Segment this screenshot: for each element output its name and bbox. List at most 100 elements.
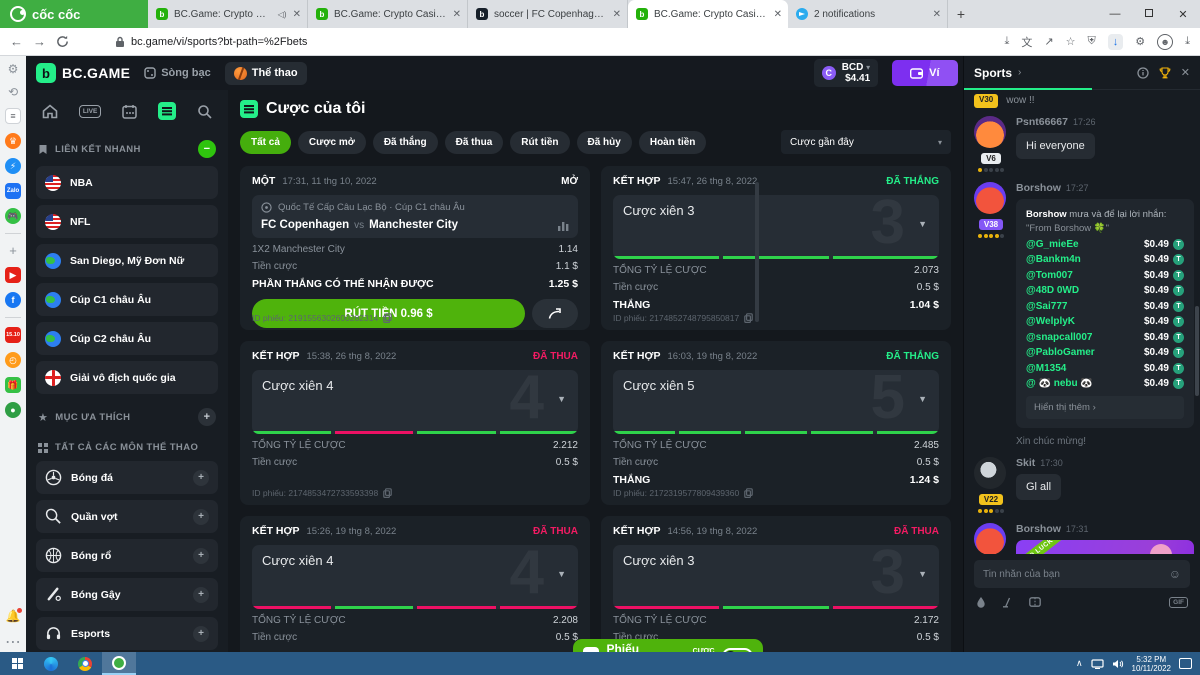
- sidebar-sport-basketball[interactable]: Bóng rổ+: [36, 539, 218, 572]
- chat-username[interactable]: Psnt66667: [1016, 116, 1068, 128]
- avatar[interactable]: [974, 523, 1006, 554]
- shield-icon[interactable]: ⛨: [1088, 35, 1096, 48]
- chevron-down-icon[interactable]: ▼: [918, 219, 927, 229]
- gif-icon[interactable]: GIF: [1169, 597, 1188, 608]
- my-bets-icon-active[interactable]: [158, 102, 176, 120]
- parlay-box[interactable]: Cược xiên 3 3 ▼: [613, 545, 939, 609]
- sidebar-item-uel[interactable]: Cúp C2 châu Âu: [36, 322, 218, 355]
- emoji-icon[interactable]: ☺: [1169, 567, 1181, 581]
- live-icon[interactable]: LIVE: [79, 105, 101, 118]
- share-bet-button[interactable]: [532, 299, 578, 328]
- sidebar-item-nba[interactable]: NBA: [36, 166, 218, 199]
- coccoc-logo[interactable]: cốc cốc: [0, 0, 148, 28]
- more-options-icon[interactable]: ⋯: [5, 632, 21, 652]
- sort-dropdown[interactable]: Cược gần đây▾: [781, 130, 951, 154]
- expand-plus-icon[interactable]: +: [193, 587, 209, 603]
- games-icon[interactable]: 🎮: [5, 208, 21, 224]
- stats-icon[interactable]: [558, 220, 569, 231]
- newsfeed-icon[interactable]: ≡: [5, 108, 21, 124]
- calendar-icon[interactable]: [122, 104, 137, 119]
- tab-close-icon[interactable]: ✕: [293, 9, 301, 20]
- tip-user[interactable]: @PabloGamer: [1026, 347, 1095, 358]
- save-page-icon[interactable]: ⤓: [1005, 35, 1010, 48]
- browser-tab-3[interactable]: bsoccer | FC Copenhagen vs M✕: [468, 0, 628, 28]
- main-scrollbar[interactable]: [755, 182, 759, 322]
- tip-user[interactable]: @snapcall007: [1026, 332, 1092, 343]
- messenger-icon[interactable]: ⚡: [5, 158, 21, 174]
- copy-icon[interactable]: [383, 488, 392, 498]
- chat-input[interactable]: [983, 569, 1163, 580]
- copy-icon[interactable]: [383, 313, 392, 323]
- avatar[interactable]: [974, 116, 1006, 148]
- nav-casino[interactable]: Sòng bạc: [144, 67, 211, 79]
- chat-scrollbar[interactable]: [1195, 306, 1199, 396]
- bookmark-star-icon[interactable]: ☆: [1066, 35, 1076, 48]
- translate-icon[interactable]: 文: [1021, 34, 1032, 50]
- window-close-button[interactable]: ✕: [1166, 8, 1200, 21]
- browser-tab-2[interactable]: bBC.Game: Crypto Casino Gan✕: [308, 0, 468, 28]
- filter-lost[interactable]: Đã thua: [445, 131, 504, 154]
- timer-coin-icon[interactable]: ◴: [5, 352, 21, 368]
- add-shortcut-icon[interactable]: +: [9, 243, 17, 258]
- search-icon[interactable]: [197, 104, 212, 119]
- nav-sports[interactable]: Thể thao: [225, 62, 307, 85]
- share-icon[interactable]: ↗: [1044, 35, 1053, 48]
- taskbar-edge-icon[interactable]: [34, 652, 68, 675]
- start-button[interactable]: [0, 652, 34, 675]
- tip-user[interactable]: @WelplyK: [1026, 316, 1075, 327]
- sale-event-icon[interactable]: 15.10: [5, 327, 21, 343]
- tip-user[interactable]: @Tom007: [1026, 270, 1073, 281]
- settings-gear-icon[interactable]: ⚙: [8, 62, 19, 76]
- parlay-box[interactable]: Cược xiên 4 4 ▼: [252, 370, 578, 434]
- trophy-icon[interactable]: [1159, 67, 1171, 79]
- expand-plus-icon[interactable]: +: [193, 470, 209, 486]
- browser-tab-5[interactable]: 2 notifications✕: [788, 0, 948, 28]
- tip-user[interactable]: @G_mieEe: [1026, 239, 1079, 250]
- avatar[interactable]: [974, 182, 1006, 214]
- show-more-button[interactable]: Hiển thị thêm ›: [1026, 396, 1184, 419]
- facebook-icon[interactable]: f: [5, 292, 21, 308]
- taskbar-chrome-icon[interactable]: [68, 652, 102, 675]
- tip-user[interactable]: @48D 0WD: [1026, 285, 1079, 296]
- wallet-button[interactable]: Ví: [892, 60, 957, 86]
- bet-share-icon[interactable]: [1029, 597, 1041, 607]
- filter-won[interactable]: Đã thắng: [373, 131, 438, 154]
- chevron-down-icon[interactable]: ▼: [557, 394, 566, 404]
- new-tab-button[interactable]: +: [948, 0, 974, 28]
- tip-user[interactable]: @M1354: [1026, 363, 1066, 374]
- tip-user[interactable]: @Sai777: [1026, 301, 1067, 312]
- collapse-button[interactable]: −: [198, 140, 216, 158]
- network-icon[interactable]: [1091, 659, 1104, 669]
- chevron-down-icon[interactable]: ▼: [918, 394, 927, 404]
- notifications-bell-icon[interactable]: 🔔: [6, 609, 21, 623]
- copy-icon[interactable]: [744, 488, 753, 498]
- download-tray-icon[interactable]: ⤓: [1185, 35, 1190, 48]
- tab-audio-icon[interactable]: ◁): [278, 10, 287, 19]
- chevron-right-icon[interactable]: ›: [1018, 67, 1021, 78]
- downloader-icon[interactable]: ↓: [1108, 34, 1124, 50]
- window-minimize-button[interactable]: —: [1098, 8, 1132, 20]
- address-input[interactable]: bc.game/vi/sports?bt-path=%2Fbets: [115, 36, 855, 48]
- browser-tab-1[interactable]: bBC.Game: Crypto Casino◁)✕: [148, 0, 308, 28]
- sidebar-item-ucl[interactable]: Cúp C1 châu Âu: [36, 283, 218, 316]
- parlay-box[interactable]: Cược xiên 4 4 ▼: [252, 545, 578, 609]
- tab-close-icon[interactable]: ✕: [453, 9, 461, 20]
- parlay-box[interactable]: Cược xiên 3 3 ▼: [613, 195, 939, 259]
- home-icon[interactable]: [42, 104, 58, 119]
- currency-selector[interactable]: C BCD ▾$4.41: [814, 59, 878, 87]
- tab-close-icon[interactable]: ✕: [613, 9, 621, 20]
- tab-close-icon[interactable]: ✕: [774, 9, 782, 20]
- sidebar-item-national-league[interactable]: Giải vô địch quốc gia: [36, 361, 218, 394]
- bcgame-logo[interactable]: bBC.GAME: [36, 63, 130, 83]
- chat-channel[interactable]: Sports: [974, 66, 1012, 80]
- extensions-icon[interactable]: ⚙: [1135, 35, 1145, 48]
- coindrops-banner[interactable]: GOOD LUCK CoinDrops Good Luck! Grab: [1016, 540, 1194, 554]
- back-icon[interactable]: ←: [10, 34, 23, 49]
- chevron-down-icon[interactable]: ▼: [557, 569, 566, 579]
- chat-username[interactable]: Borshow: [1016, 182, 1061, 194]
- close-chat-icon[interactable]: ✕: [1181, 66, 1190, 79]
- match-box[interactable]: Quốc Tế Cấp Câu Lạc Bộ · Cúp C1 châu Âu …: [252, 195, 578, 238]
- copy-icon[interactable]: [744, 313, 753, 323]
- chat-username[interactable]: Skit: [1016, 457, 1035, 469]
- chat-rules-icon[interactable]: [1002, 597, 1013, 608]
